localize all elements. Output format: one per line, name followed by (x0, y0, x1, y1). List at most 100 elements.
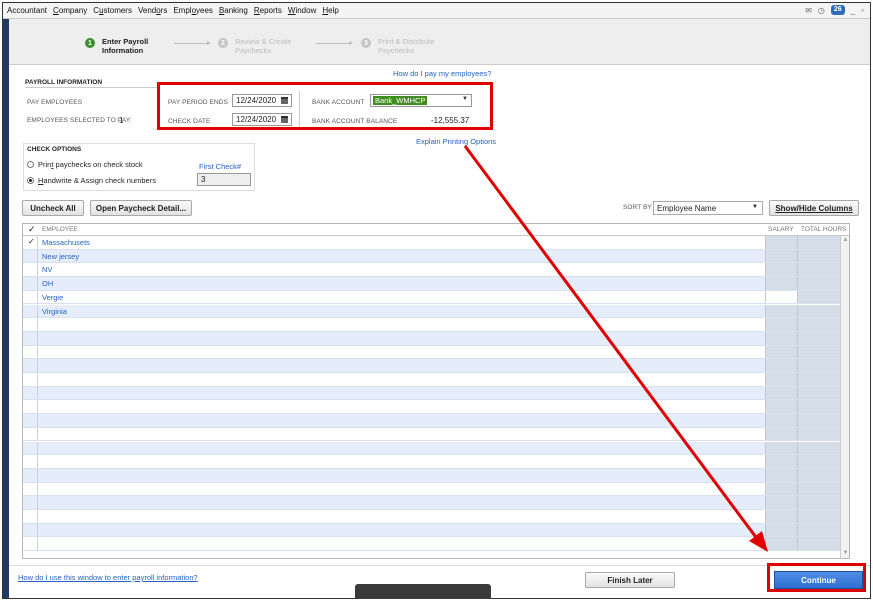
salary-cell[interactable] (765, 386, 797, 400)
menu-right-controls: ✉ ◷ 26 _ ▫ (805, 5, 864, 15)
salary-cell[interactable] (765, 523, 797, 537)
radio-icon[interactable] (27, 161, 34, 168)
column-divider (37, 318, 38, 331)
finish-later-button[interactable]: Finish Later (585, 572, 675, 588)
salary-cell[interactable] (765, 236, 797, 249)
step-2-label: Review & Create Paychecks (235, 37, 292, 55)
menu-item[interactable]: Employees (173, 6, 213, 15)
restore-icon[interactable]: ▫ (861, 6, 864, 15)
reminders-badge[interactable]: 26 (830, 5, 845, 15)
table-row (23, 359, 849, 373)
table-row[interactable]: Virginia (23, 304, 849, 319)
row-check-icon[interactable]: ✓ (28, 237, 35, 246)
salary-cell[interactable] (765, 359, 797, 372)
employee-name[interactable]: Virginia (42, 307, 67, 316)
salary-cell[interactable] (765, 427, 797, 441)
left-icon-bar (3, 19, 9, 598)
menu-item[interactable]: Reports (254, 6, 282, 15)
wizard-step-1: 1 Enter Payroll Information (85, 37, 172, 55)
employee-column-header[interactable]: EMPLOYEE (42, 226, 78, 233)
salary-cell[interactable] (765, 400, 797, 414)
salary-cell[interactable] (765, 482, 797, 496)
scroll-up-icon[interactable]: ▲ (842, 237, 849, 244)
clock-icon[interactable]: ◷ (818, 6, 825, 15)
salary-cell[interactable] (765, 277, 797, 290)
menu-bar: Accountant Company Customers Vendors Employe… (3, 3, 870, 19)
table-scrollbar[interactable]: ▲ ▼ (840, 236, 849, 558)
wizard-step-2: 2 Review & Create Paychecks (218, 37, 305, 55)
step-3-label: Print & Distribute Paychecks (378, 37, 435, 55)
menu-item[interactable]: Vendors (138, 6, 167, 15)
step-arrow-icon (174, 41, 211, 45)
table-row (23, 510, 849, 524)
salary-cell[interactable] (765, 510, 797, 523)
salary-cell[interactable] (765, 345, 797, 359)
salary-cell[interactable] (765, 373, 797, 386)
handwrite-label: Handwrite & Assign check numbers (38, 176, 156, 185)
menu-item[interactable]: Company (53, 6, 87, 15)
step-1-label: Enter Payroll Information (102, 37, 149, 55)
salary-cell[interactable] (765, 537, 797, 551)
column-divider (37, 290, 38, 304)
employees-selected-label: EMPLOYEES SELECTED TO PAY: (27, 117, 132, 124)
table-row[interactable]: OH (23, 277, 849, 291)
uncheck-all-button[interactable]: Uncheck All (22, 200, 84, 216)
table-row (23, 386, 849, 401)
handwrite-option[interactable]: Handwrite & Assign check numbers (27, 176, 156, 185)
table-row[interactable]: Vergie (23, 290, 849, 305)
column-divider (37, 510, 38, 523)
annotation-box-continue (767, 563, 866, 592)
minimize-icon[interactable]: _ (851, 6, 855, 15)
tooltip-popup (355, 584, 491, 599)
salary-cell[interactable] (765, 496, 797, 509)
salary-cell[interactable] (765, 414, 797, 427)
salary-cell[interactable] (765, 318, 797, 331)
menu-item[interactable]: Accountant (7, 6, 47, 15)
salary-cell[interactable] (765, 455, 797, 468)
salary-cell[interactable] (765, 249, 797, 263)
scroll-down-icon[interactable]: ▼ (842, 550, 849, 557)
salary-column-header[interactable]: SALARY (768, 226, 794, 233)
salary-cell[interactable] (765, 304, 797, 318)
table-row[interactable]: ✓ Massachusets (23, 236, 849, 250)
select-all-check-icon[interactable]: ✓ (28, 224, 36, 235)
salary-cell[interactable] (765, 441, 797, 455)
wizard-step-3: 3 Print & Distribute Paychecks (361, 37, 448, 55)
employee-name[interactable]: NV (42, 265, 52, 274)
employee-name[interactable]: Massachusets (42, 238, 90, 247)
salary-cell[interactable] (765, 290, 797, 304)
chevron-down-icon[interactable]: ▼ (752, 204, 758, 210)
sort-by-select[interactable]: Employee Name ▼ (653, 201, 763, 215)
employee-table: ✓ EMPLOYEE SALARY TOTAL HOURS ✓ Massachus… (22, 223, 850, 559)
total-hours-column-header[interactable]: TOTAL HOURS (801, 226, 846, 233)
first-check-input[interactable]: 3 (197, 173, 251, 186)
bell-icon[interactable]: ✉ (805, 6, 812, 15)
table-row[interactable]: NV (23, 263, 849, 278)
table-row (23, 482, 849, 497)
column-divider (37, 277, 38, 290)
employee-name[interactable]: New jersey (42, 252, 79, 261)
menu-item[interactable]: Customers (93, 6, 132, 15)
print-on-stock-option[interactable]: Print paychecks on check stock (27, 160, 143, 169)
column-divider (37, 304, 38, 318)
menu-item[interactable]: Banking (219, 6, 248, 15)
employee-name[interactable]: Vergie (42, 293, 63, 302)
salary-cell[interactable] (765, 331, 797, 345)
table-row (23, 537, 849, 552)
open-paycheck-detail-button[interactable]: Open Paycheck Detail... (90, 200, 192, 216)
table-row[interactable]: New jersey (23, 249, 849, 264)
how-pay-employees-link[interactable]: How do I pay my employees? (393, 69, 491, 78)
explain-printing-link[interactable]: Explain Printing Options (416, 137, 496, 146)
column-divider (37, 331, 38, 345)
menu-item[interactable]: Help (322, 6, 338, 15)
annotation-box-fields (157, 82, 493, 130)
salary-cell[interactable] (765, 468, 797, 482)
column-divider (37, 400, 38, 414)
how-to-use-window-link[interactable]: How do I use this window to enter payrol… (18, 573, 198, 582)
radio-selected-icon[interactable] (27, 177, 34, 184)
table-row (23, 331, 849, 346)
employee-name[interactable]: OH (42, 279, 53, 288)
show-hide-columns-button[interactable]: Show/Hide Columns (769, 200, 859, 216)
menu-item[interactable]: Window (288, 6, 316, 15)
salary-cell[interactable] (765, 263, 797, 277)
